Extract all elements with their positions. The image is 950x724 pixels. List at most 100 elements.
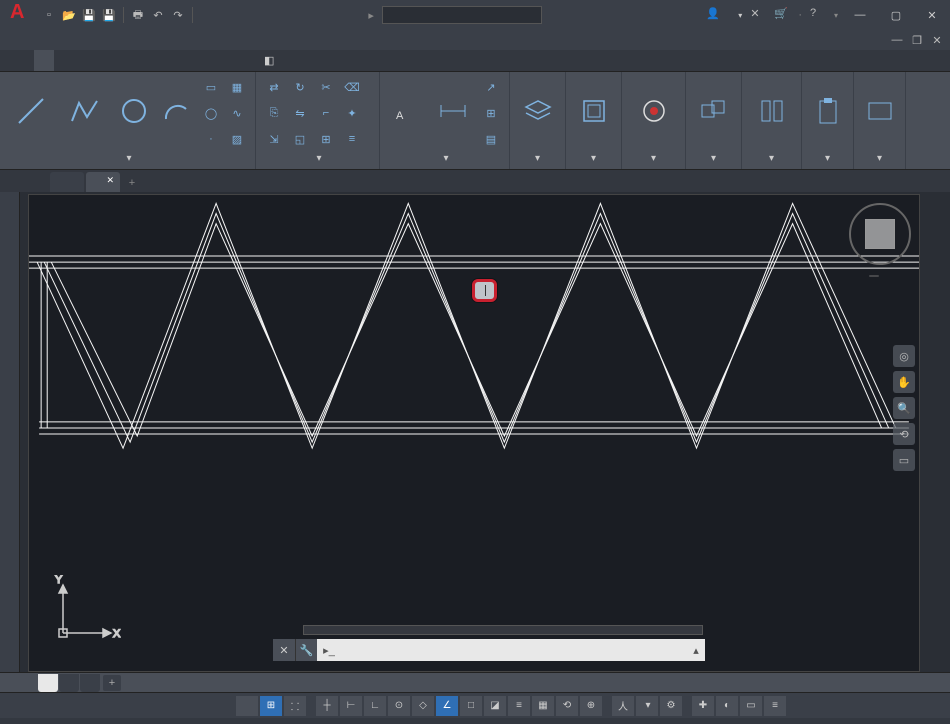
showmotion-icon[interactable]: ▭ xyxy=(893,449,915,471)
cmdline-history-icon[interactable]: ▴ xyxy=(687,644,705,657)
tab-layout2[interactable] xyxy=(80,674,100,692)
mirror-icon[interactable]: ⇋ xyxy=(288,101,312,125)
menu-view[interactable] xyxy=(70,38,84,42)
panel-draw-title[interactable]: ▾ xyxy=(6,151,249,166)
menu-format[interactable] xyxy=(106,38,120,42)
groups-button[interactable] xyxy=(692,75,735,149)
hatch-icon[interactable]: ▦ xyxy=(225,75,249,99)
close-button[interactable]: ✕ xyxy=(914,0,950,30)
app-logo-icon[interactable] xyxy=(6,1,34,29)
menu-param[interactable] xyxy=(196,38,210,42)
osnap-icon[interactable]: ∠ xyxy=(436,696,458,716)
menu-spds[interactable] xyxy=(250,38,264,42)
panel-modify-title[interactable]: ▾ xyxy=(262,151,373,166)
grid-toggle-icon[interactable]: ⊞ xyxy=(260,696,282,716)
3dosnap-icon[interactable]: ◪ xyxy=(484,696,506,716)
menu-draw[interactable] xyxy=(142,38,156,42)
cmdline-close-icon[interactable]: ✕ xyxy=(273,639,295,661)
wcs-badge[interactable] xyxy=(869,275,879,277)
clipboard-button[interactable] xyxy=(808,75,847,149)
menu-window[interactable] xyxy=(214,38,228,42)
tab-manage[interactable] xyxy=(134,50,154,71)
help-icon[interactable]: ? xyxy=(810,7,826,23)
tab-add-button[interactable]: + xyxy=(122,174,142,192)
tab-collab[interactable] xyxy=(194,50,214,71)
copy-icon[interactable]: ⎘ xyxy=(262,101,286,125)
status-model-button[interactable] xyxy=(236,696,258,716)
region-icon[interactable]: ▨ xyxy=(225,127,249,151)
save-icon[interactable]: 💾 xyxy=(80,6,98,24)
polyline-button[interactable] xyxy=(60,75,110,149)
saveas-icon[interactable]: 💾 xyxy=(100,6,118,24)
tab-extra-icon[interactable] xyxy=(234,50,254,71)
dimension-button[interactable] xyxy=(431,75,475,149)
tab-start[interactable] xyxy=(50,172,84,192)
tab-insert[interactable] xyxy=(54,50,74,71)
tab-home[interactable] xyxy=(34,50,54,71)
tab-recommended[interactable] xyxy=(214,50,234,71)
utilities-button[interactable] xyxy=(748,75,795,149)
cmdline-config-icon[interactable]: 🔧 xyxy=(295,639,317,661)
tab-addins[interactable] xyxy=(174,50,194,71)
lwt-icon[interactable]: ≡ xyxy=(508,696,530,716)
transparency-icon[interactable]: ▦ xyxy=(532,696,554,716)
annoscale-icon[interactable]: 人 xyxy=(612,696,634,716)
tab-view[interactable] xyxy=(114,50,134,71)
dynamic-input-prompt[interactable] xyxy=(472,279,497,302)
open-icon[interactable]: 📂 xyxy=(60,6,78,24)
stretch-icon[interactable]: ⇲ xyxy=(262,127,286,151)
scale-button[interactable]: ▾ xyxy=(636,696,658,716)
trim-icon[interactable]: ✂ xyxy=(314,75,338,99)
spline-icon[interactable]: ∿ xyxy=(225,101,249,125)
ws-switch-icon[interactable]: ⚙ xyxy=(660,696,682,716)
array-icon[interactable]: ⊞ xyxy=(314,127,338,151)
cycling-icon[interactable]: ⟲ xyxy=(556,696,578,716)
app-store-icon[interactable]: 🛒 xyxy=(774,7,790,23)
arc-button[interactable] xyxy=(157,75,195,149)
tab-layout1[interactable] xyxy=(59,674,79,692)
fillet-icon[interactable]: ⌐ xyxy=(314,101,338,125)
hw-accel-icon[interactable]: ◐ xyxy=(716,696,738,716)
text-button[interactable]: A xyxy=(386,75,427,149)
menu-help[interactable] xyxy=(232,38,246,42)
otrack-icon[interactable]: □ xyxy=(460,696,482,716)
pan-icon[interactable]: ✋ xyxy=(893,371,915,393)
ellipse-icon[interactable]: ◯ xyxy=(199,101,223,125)
line-button[interactable] xyxy=(6,75,56,149)
table-icon[interactable]: ⊞ xyxy=(479,101,503,125)
scale-icon[interactable]: ◱ xyxy=(288,127,312,151)
drawing-canvas[interactable]: ◎ ✋ 🔍 ⟲ ▭ YX ✕ 🔧 ▸_ ▴ xyxy=(28,194,920,672)
explode-icon[interactable]: ✦ xyxy=(340,101,364,125)
signin-icon[interactable]: 👤 xyxy=(706,7,722,23)
redo-icon[interactable]: ↷ xyxy=(169,6,187,24)
view-button[interactable] xyxy=(860,75,899,149)
doc-close-icon[interactable]: ✕ xyxy=(928,33,946,47)
search-input[interactable] xyxy=(382,6,542,24)
tab-pin-icon[interactable]: ◧ xyxy=(254,50,284,71)
menu-edit[interactable] xyxy=(52,38,66,42)
point-icon[interactable]: · xyxy=(199,127,223,151)
menu-dim[interactable] xyxy=(160,38,174,42)
iso-icon[interactable]: ◇ xyxy=(412,696,434,716)
layers-button[interactable] xyxy=(516,75,559,149)
polar-icon[interactable]: ⊙ xyxy=(388,696,410,716)
circle-button[interactable] xyxy=(115,75,153,149)
erase-icon[interactable]: ⌫ xyxy=(340,75,364,99)
doc-minimize-icon[interactable]: — xyxy=(888,33,906,47)
layout-add-button[interactable]: + xyxy=(103,675,121,691)
command-line[interactable]: ✕ 🔧 ▸_ ▴ xyxy=(273,639,705,661)
tab-drawing1[interactable]: ✕ xyxy=(86,172,120,192)
orbit-icon[interactable]: ⟲ xyxy=(893,423,915,445)
tab-param[interactable] xyxy=(94,50,114,71)
snap-toggle-icon[interactable]: ⸬ xyxy=(284,696,306,716)
rect-icon[interactable]: ▭ xyxy=(199,75,223,99)
steering-wheel-icon[interactable]: ◎ xyxy=(893,345,915,367)
menu-insert[interactable] xyxy=(88,38,102,42)
leader-icon[interactable]: ↗ xyxy=(479,75,503,99)
tab-model[interactable] xyxy=(38,674,58,692)
menu-modify[interactable] xyxy=(178,38,192,42)
annomonitor-icon[interactable]: ⊕ xyxy=(580,696,602,716)
move-icon[interactable]: ⇄ xyxy=(262,75,286,99)
properties-button[interactable] xyxy=(628,75,679,149)
ucs-icon[interactable]: YX xyxy=(51,575,121,645)
